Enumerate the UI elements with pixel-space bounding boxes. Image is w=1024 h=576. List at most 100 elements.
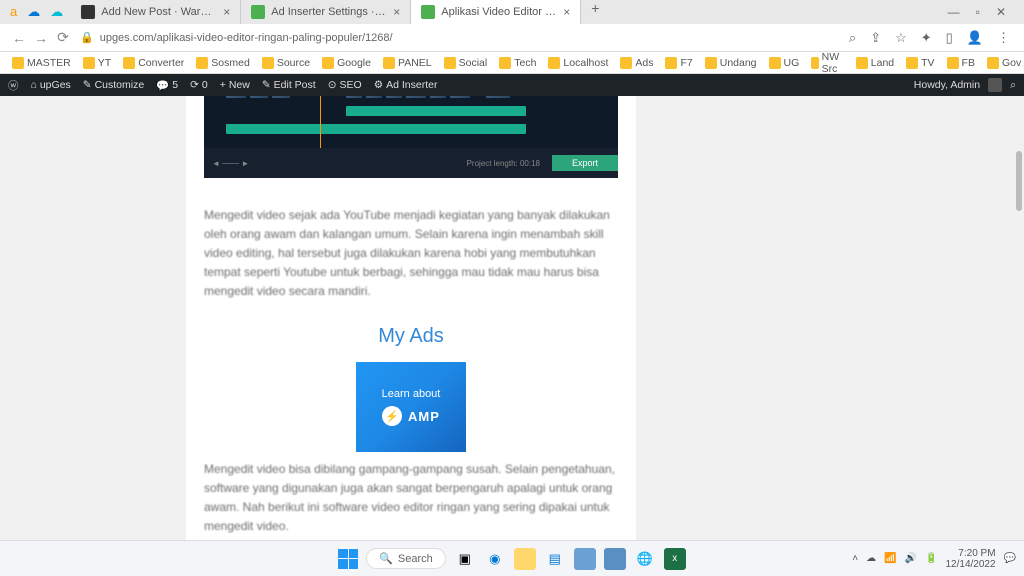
bookmark-item[interactable]: UG	[765, 57, 804, 69]
close-icon[interactable]: ×	[223, 5, 230, 19]
folder-icon	[548, 57, 560, 69]
bookmark-item[interactable]: Sosmed	[192, 57, 254, 69]
close-icon[interactable]: ×	[563, 5, 570, 19]
article-body: ◄ ─── ► Project length: 00:18 Export Men…	[186, 96, 636, 540]
bookmark-item[interactable]: F7	[661, 57, 696, 69]
taskbar-app1[interactable]	[574, 548, 596, 570]
taskbar-chrome[interactable]: 🌐	[634, 548, 656, 570]
folder-icon	[856, 57, 868, 69]
window-controls: — ▫ ✕	[934, 5, 1020, 19]
avatar[interactable]	[988, 78, 1002, 92]
tray-onedrive-icon[interactable]: ☁	[866, 553, 876, 564]
tab-waredata[interactable]: Add New Post · WareData — W ×	[71, 0, 241, 24]
bookmark-item[interactable]: TV	[902, 57, 938, 69]
bookmark-item[interactable]: Source	[258, 57, 314, 69]
tray-chevron-icon[interactable]: ˄	[852, 553, 858, 564]
bookmark-item[interactable]: Social	[440, 57, 492, 69]
bookmark-item[interactable]: FB	[943, 57, 979, 69]
tray-volume-icon[interactable]: 🔊	[905, 553, 917, 564]
taskbar-app2[interactable]	[604, 548, 626, 570]
wp-updates[interactable]: ⟳ 0	[190, 79, 208, 91]
address-bar[interactable]: 🔒 upges.com/aplikasi-video-editor-ringan…	[74, 31, 849, 44]
article-paragraph-1: Mengedit video sejak ada YouTube menjadi…	[204, 206, 618, 301]
taskbar-edge[interactable]: ◉	[484, 548, 506, 570]
article-paragraph-2: Mengedit video bisa dibilang gampang-gam…	[204, 460, 618, 536]
wp-customize[interactable]: ✎ Customize	[83, 79, 144, 91]
folder-icon	[811, 57, 818, 69]
bookmark-item[interactable]: Ads	[616, 57, 657, 69]
tray-clock[interactable]: 7:20 PM 12/14/2022	[945, 548, 995, 570]
browser-tabs: Add New Post · WareData — W × Ad Inserter…	[71, 0, 933, 24]
tray-battery-icon[interactable]: 🔋	[925, 553, 937, 564]
folder-icon	[383, 57, 395, 69]
search-camera-icon[interactable]: ⌕	[849, 30, 856, 46]
taskbar-explorer[interactable]	[514, 548, 536, 570]
bookmark-item[interactable]: MASTER	[8, 57, 75, 69]
tray-wifi-icon[interactable]: 📶	[884, 553, 896, 564]
minimize-icon[interactable]: —	[948, 5, 960, 19]
wp-seo[interactable]: ⊙ SEO	[328, 79, 362, 91]
folder-icon	[499, 57, 511, 69]
wp-comments[interactable]: 💬 5	[156, 79, 178, 92]
maximize-icon[interactable]: ▫	[976, 5, 980, 19]
folder-icon	[322, 57, 334, 69]
taskbar-taskview[interactable]: ▣	[454, 548, 476, 570]
folder-icon	[665, 57, 677, 69]
vertical-scrollbar[interactable]	[1014, 96, 1024, 540]
start-button[interactable]	[338, 549, 358, 569]
forward-button[interactable]: →	[30, 30, 52, 46]
folder-icon	[906, 57, 918, 69]
menu-icon[interactable]: ⋮	[997, 30, 1010, 46]
amp-ad-box[interactable]: Learn about ⚡ AMP	[356, 362, 466, 452]
amp-label: AMP	[408, 409, 440, 424]
wp-howdy[interactable]: Howdy, Admin	[914, 79, 980, 91]
tab-adinserter[interactable]: Ad Inserter Settings · upGes — ×	[241, 0, 411, 24]
bookmark-item[interactable]: Converter	[119, 57, 188, 69]
wp-new[interactable]: + New	[220, 79, 250, 91]
my-ads-heading: My Ads	[204, 325, 618, 348]
tab-label: Ad Inserter Settings · upGes —	[271, 6, 387, 18]
taskbar-store[interactable]: ▤	[544, 548, 566, 570]
wp-site-name[interactable]: ⌂ upGes	[31, 79, 71, 91]
folder-icon	[444, 57, 456, 69]
bookmark-item[interactable]: YT	[79, 57, 115, 69]
star-icon[interactable]: ☆	[895, 30, 907, 46]
wp-edit-post[interactable]: ✎ Edit Post	[262, 79, 316, 91]
folder-icon	[947, 57, 959, 69]
bookmark-item[interactable]: PANEL	[379, 57, 436, 69]
reading-list-icon[interactable]: ▯	[946, 30, 953, 46]
search-icon[interactable]: ⌕	[1010, 79, 1016, 92]
bookmark-item[interactable]: NW Src	[807, 51, 848, 75]
bookmark-item[interactable]: Tech	[495, 57, 540, 69]
bolt-icon: ⚡	[382, 406, 402, 426]
profile-icon[interactable]: 👤	[967, 30, 983, 46]
bookmark-item[interactable]: Gov	[983, 57, 1024, 69]
taskbar-excel[interactable]: x	[664, 548, 686, 570]
folder-icon	[987, 57, 999, 69]
tab-label: Add New Post · WareData — W	[101, 6, 217, 18]
share-icon[interactable]: ⇪	[870, 30, 881, 46]
bookmark-item[interactable]: Undang	[701, 57, 761, 69]
page-content: ◄ ─── ► Project length: 00:18 Export Men…	[0, 96, 1024, 540]
wp-logo[interactable]: ⓦ	[8, 78, 19, 93]
folder-icon	[620, 57, 632, 69]
taskbar-search[interactable]: 🔍Search	[366, 548, 446, 569]
close-icon[interactable]: ×	[393, 5, 400, 19]
tab-upges-article[interactable]: Aplikasi Video Editor Ringan Pal×	[411, 0, 581, 24]
export-button: Export	[552, 155, 618, 171]
notifications-icon[interactable]: 💬	[1004, 553, 1016, 564]
video-editor-screenshot: ◄ ─── ► Project length: 00:18 Export	[204, 96, 618, 178]
new-tab-button[interactable]: +	[581, 0, 609, 24]
puzzle-icon[interactable]: ✦	[921, 30, 932, 46]
close-window-icon[interactable]: ✕	[996, 5, 1006, 19]
back-button[interactable]: ←	[8, 30, 30, 46]
bookmark-item[interactable]: Google	[318, 57, 375, 69]
scrollbar-thumb[interactable]	[1016, 151, 1022, 211]
folder-icon	[123, 57, 135, 69]
reload-button[interactable]: ⟳	[52, 29, 74, 46]
browser-titlebar: a ☁ ☁ Add New Post · WareData — W× Ad In…	[0, 0, 1024, 24]
bookmark-item[interactable]: Land	[852, 57, 898, 69]
windows-taskbar: 🔍Search ▣ ◉ ▤ 🌐 x ˄ ☁ 📶 🔊 🔋 7:20 PM 12/1…	[0, 540, 1024, 576]
wp-adinserter[interactable]: ⚙ Ad Inserter	[374, 79, 438, 91]
bookmark-item[interactable]: Localhost	[544, 57, 612, 69]
